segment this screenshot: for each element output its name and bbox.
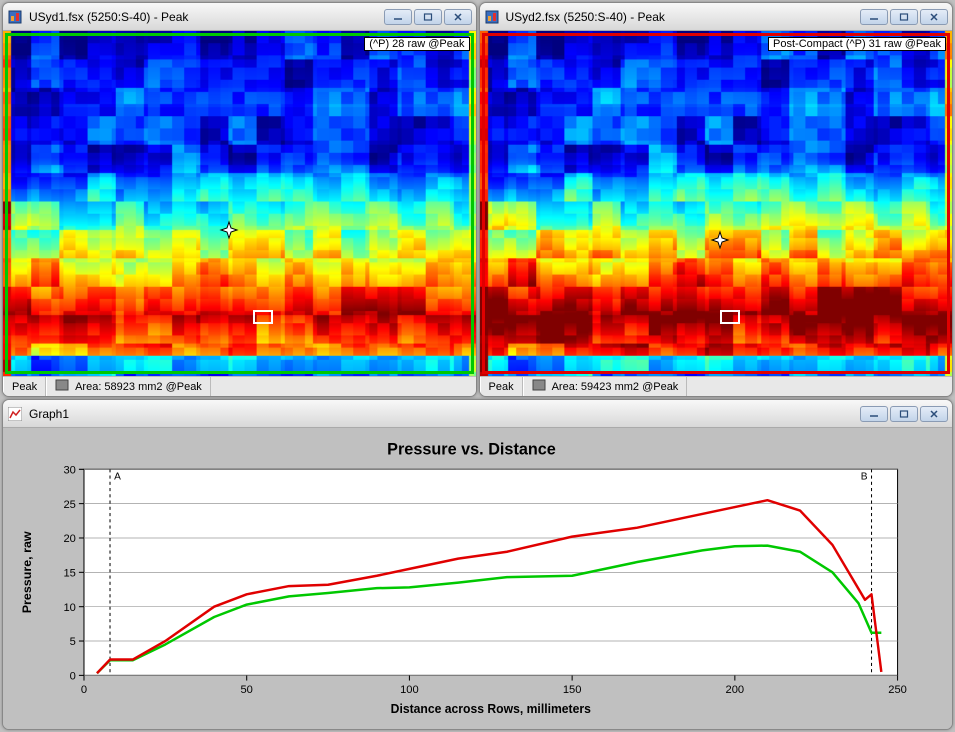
svg-text:Pressure, raw: Pressure, raw bbox=[20, 531, 34, 613]
status-area-left: Area: 58923 mm2 @Peak bbox=[46, 377, 211, 396]
graph-viewport[interactable]: 0 5 10 15 20 25 30 0 50 100 150 200 250 A B Pressure vs… bbox=[3, 428, 952, 729]
graph-icon bbox=[7, 406, 23, 422]
svg-text:Pressure vs. Distance: Pressure vs. Distance bbox=[387, 441, 556, 459]
titlebar-graph[interactable]: Graph1 bbox=[3, 400, 952, 428]
window-title-left: USyd1.fsx (5250:S-40) - Peak bbox=[29, 10, 384, 24]
close-button[interactable] bbox=[444, 9, 472, 25]
statusbar-right: Peak Area: 59423 mm2 @Peak bbox=[480, 376, 953, 396]
svg-text:200: 200 bbox=[726, 684, 745, 696]
heatmap-viewport-right[interactable]: Post-Compact (^P) 31 raw @Peak bbox=[480, 31, 953, 376]
svg-text:B: B bbox=[861, 472, 868, 483]
area-icon bbox=[532, 379, 546, 394]
statusbar-left: Peak Area: 58923 mm2 @Peak bbox=[3, 376, 476, 396]
area-icon bbox=[55, 379, 69, 394]
minimize-button[interactable] bbox=[384, 9, 412, 25]
status-area-text-right: Area: 59423 mm2 @Peak bbox=[552, 381, 679, 393]
svg-text:Distance across Rows, millimet: Distance across Rows, millimeters bbox=[391, 702, 591, 716]
heatmap-overlay-label-right: Post-Compact (^P) 31 raw @Peak bbox=[768, 37, 946, 51]
svg-text:30: 30 bbox=[63, 464, 75, 476]
window-title-right: USyd2.fsx (5250:S-40) - Peak bbox=[506, 10, 861, 24]
svg-text:A: A bbox=[114, 472, 121, 483]
line-chart: 0 5 10 15 20 25 30 0 50 100 150 200 250 A B Pressure vs… bbox=[15, 436, 928, 717]
svg-text:0: 0 bbox=[81, 684, 87, 696]
window-title-graph: Graph1 bbox=[29, 407, 860, 421]
close-button[interactable] bbox=[920, 9, 948, 25]
window-controls-right bbox=[860, 9, 948, 25]
svg-text:15: 15 bbox=[63, 567, 75, 579]
svg-text:150: 150 bbox=[563, 684, 582, 696]
window-controls-left bbox=[384, 9, 472, 25]
app-icon bbox=[7, 9, 23, 25]
heatmap-row: USyd1.fsx (5250:S-40) - Peak (^P) 28 raw… bbox=[2, 2, 953, 397]
window-controls-graph bbox=[860, 406, 948, 422]
maximize-button[interactable] bbox=[890, 9, 918, 25]
svg-text:20: 20 bbox=[63, 533, 75, 545]
titlebar-left[interactable]: USyd1.fsx (5250:S-40) - Peak bbox=[3, 3, 476, 31]
titlebar-right[interactable]: USyd2.fsx (5250:S-40) - Peak bbox=[480, 3, 953, 31]
graph-window: Graph1 0 5 10 15 20 25 30 0 50 100 150 200 250 A B Pres… bbox=[2, 399, 953, 730]
minimize-button[interactable] bbox=[860, 406, 888, 422]
svg-text:50: 50 bbox=[240, 684, 252, 696]
heatmap-viewport-left[interactable]: (^P) 28 raw @Peak bbox=[3, 31, 476, 376]
close-button[interactable] bbox=[920, 406, 948, 422]
svg-text:100: 100 bbox=[400, 684, 419, 696]
heatmap-window-left: USyd1.fsx (5250:S-40) - Peak (^P) 28 raw… bbox=[2, 2, 477, 397]
app-root: USyd1.fsx (5250:S-40) - Peak (^P) 28 raw… bbox=[0, 0, 955, 732]
svg-text:0: 0 bbox=[70, 670, 76, 682]
svg-text:250: 250 bbox=[888, 684, 907, 696]
status-mode-left: Peak bbox=[3, 377, 46, 396]
minimize-button[interactable] bbox=[860, 9, 888, 25]
maximize-button[interactable] bbox=[414, 9, 442, 25]
app-icon bbox=[484, 9, 500, 25]
status-area-right: Area: 59423 mm2 @Peak bbox=[523, 377, 688, 396]
svg-text:25: 25 bbox=[63, 499, 75, 511]
status-area-text-left: Area: 58923 mm2 @Peak bbox=[75, 381, 202, 393]
svg-text:10: 10 bbox=[63, 602, 75, 614]
status-mode-right: Peak bbox=[480, 377, 523, 396]
maximize-button[interactable] bbox=[890, 406, 918, 422]
heatmap-window-right: USyd2.fsx (5250:S-40) - Peak Post-Compac… bbox=[479, 2, 954, 397]
svg-text:5: 5 bbox=[70, 636, 76, 648]
heatmap-overlay-label-left: (^P) 28 raw @Peak bbox=[364, 37, 469, 51]
